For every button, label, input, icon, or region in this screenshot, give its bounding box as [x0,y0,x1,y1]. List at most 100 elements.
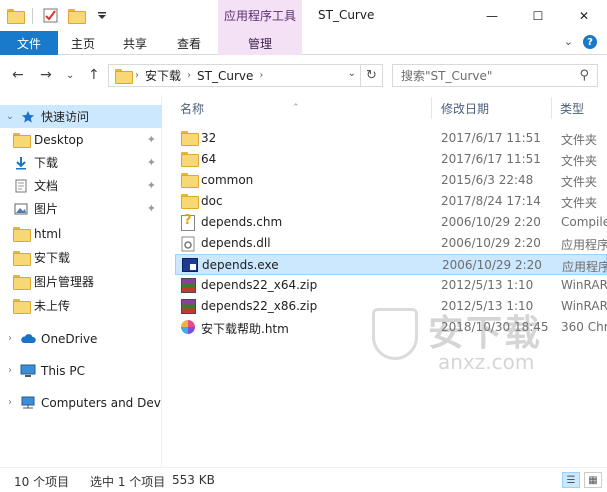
file-name: 64 [201,152,217,166]
sidebar-item-html[interactable]: html [0,222,162,245]
help-icon[interactable]: ? [583,35,597,49]
download-icon [13,155,29,171]
file-name: depends.dll [201,236,271,250]
selection-size: 553 KB [172,473,215,487]
up-button[interactable]: ↑ [88,67,100,83]
sidebar-item-desktop[interactable]: Desktop ✦ [0,128,162,151]
folder-icon [13,274,31,290]
file-name: 32 [201,131,217,145]
list-item[interactable]: depends22_x64.zip 2012/5/13 1:10 WinRAR [175,275,607,296]
sidebar-item-label: Computers and Dev [41,395,161,410]
folder-icon [181,131,197,147]
column-divider[interactable] [551,97,552,119]
list-item[interactable]: common 2015/6/3 22:48 文件夹 [175,170,607,191]
sidebar-item-label: 快速访问 [41,110,90,124]
column-header-name[interactable]: 名称 [180,95,204,121]
tab-file[interactable]: 文件 [0,31,58,55]
file-name: common [201,173,254,187]
tab-manage[interactable]: 管理 [218,31,302,55]
dll-file-icon [181,236,197,252]
computer-icon [20,363,36,379]
file-type: Compile [561,215,607,229]
list-item[interactable]: 64 2017/6/17 11:51 文件夹 [175,149,607,170]
sidebar-item-this-pc[interactable]: › This PC [0,359,162,382]
file-date: 2012/5/13 1:10 [441,278,534,292]
list-item[interactable]: 安下载帮助.htm 2018/10/30 18:45 360 Chr [175,317,607,338]
back-button[interactable]: ← [12,67,24,83]
zip-archive-icon [181,278,197,294]
tab-share[interactable]: 共享 [110,31,160,55]
address-bar[interactable]: › 安下载 › ST_Curve › ⌄ ↻ [108,64,383,87]
folder-icon [181,152,197,168]
chevron-down-icon[interactable]: ⌄ [348,68,356,79]
column-header-type[interactable]: 类型 [560,95,584,121]
ribbon-right-controls: ⌄ ? [564,35,597,49]
chevron-right-icon[interactable]: › [0,333,20,344]
details-view-button[interactable]: ☰ [562,472,580,488]
properties-icon[interactable] [41,7,59,25]
folder-icon [181,173,197,189]
folder-icon [115,69,133,84]
chevron-right-icon: › [187,70,192,81]
chevron-right-icon[interactable]: › [0,397,20,408]
expand-ribbon-icon[interactable]: ⌄ [564,35,573,49]
folder-icon [13,298,31,314]
sidebar-item-quick-access[interactable]: ⌄ 快速访问 [0,105,162,128]
folder-icon [13,250,31,266]
file-type: WinRAR [561,299,607,313]
file-type: WinRAR [561,278,607,292]
maximize-button[interactable]: ☐ [515,0,561,31]
large-icons-view-button[interactable]: ▦ [584,472,602,488]
refresh-button[interactable]: ↻ [360,65,382,86]
file-date: 2006/10/29 2:20 [441,236,541,250]
chevron-down-icon[interactable]: ⌄ [0,111,20,122]
folder-icon [13,226,31,242]
sidebar-item-onedrive[interactable]: › OneDrive [0,327,162,350]
search-input[interactable]: 搜索"ST_Curve" ⚲ [392,64,598,87]
chevron-right-icon[interactable]: › [0,365,20,376]
sidebar-item-anxz[interactable]: 安下载 [0,246,162,269]
forward-button[interactable]: → [40,67,52,83]
column-divider[interactable] [431,97,432,119]
list-item[interactable]: depends.dll 2006/10/29 2:20 应用程序 [175,233,607,254]
file-date: 2012/5/13 1:10 [441,299,534,313]
sort-chevron-icon: ⌃ [292,103,300,113]
sidebar-item-not-uploaded[interactable]: 未上传 [0,294,162,317]
breadcrumb-item[interactable]: ST_Curve [197,69,253,83]
file-date: 2017/6/17 11:51 [441,152,541,166]
list-item[interactable]: 32 2017/6/17 11:51 文件夹 [175,128,607,149]
help-file-icon [181,213,197,231]
column-header-date[interactable]: 修改日期 [441,95,489,121]
new-folder-icon[interactable] [67,7,86,25]
recent-locations-icon[interactable]: ⌄ [66,70,74,81]
close-button[interactable]: ✕ [561,0,607,31]
ribbon-tabs: 文件 主页 共享 查看 管理 ⌄ ? [0,31,607,55]
window-title: ST_Curve [318,8,375,22]
cloud-icon [20,331,36,347]
breadcrumb-item[interactable]: 安下载 [145,67,181,84]
network-icon [20,395,36,411]
sidebar-item-picture-manager[interactable]: 图片管理器 [0,270,162,293]
file-type: 应用程序 [562,260,607,274]
navigation-bar: ← → ⌄ ↑ › 安下载 › ST_Curve › ⌄ ↻ 搜索"ST_Cur… [0,55,607,95]
list-item[interactable]: depends.chm 2006/10/29 2:20 Compile [175,212,607,233]
sidebar-item-label: Desktop [34,132,84,147]
customize-qat-icon[interactable] [93,7,111,25]
list-item[interactable]: depends22_x86.zip 2012/5/13 1:10 WinRAR [175,296,607,317]
chevron-right-icon: › [135,70,139,81]
file-date: 2006/10/29 2:20 [441,215,541,229]
sidebar-item-documents[interactable]: 文档 ✦ [0,174,162,197]
sidebar-item-pictures[interactable]: 图片 ✦ [0,197,162,220]
file-date: 2018/10/30 18:45 [441,320,549,334]
folder-icon [13,132,31,148]
list-item[interactable]: depends.exe 2006/10/29 2:20 应用程序 [175,254,607,275]
minimize-button[interactable]: — [469,0,515,31]
file-name: depends22_x86.zip [201,299,318,313]
file-date: 2017/8/24 17:14 [441,194,541,208]
sidebar-item-computers-and-devices[interactable]: › Computers and Dev [0,391,162,414]
sidebar-item-downloads[interactable]: 下载 ✦ [0,151,162,174]
tab-view[interactable]: 查看 [166,31,212,55]
title-bar: 应用程序工具 ST_Curve — ☐ ✕ [0,0,607,31]
list-item[interactable]: doc 2017/8/24 17:14 文件夹 [175,191,607,212]
tab-home[interactable]: 主页 [58,31,108,55]
